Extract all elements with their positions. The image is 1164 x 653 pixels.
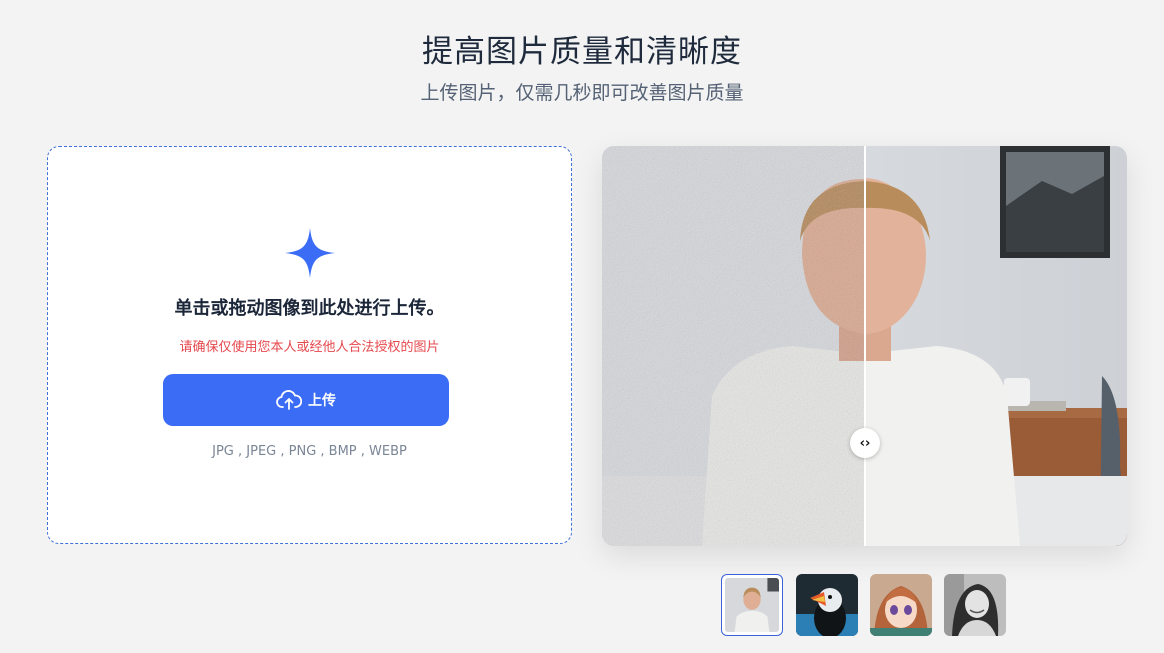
sample-thumb-puffin[interactable]: [796, 574, 858, 636]
sparkle-icon: [285, 228, 335, 278]
sample-thumb-portrait[interactable]: [721, 574, 783, 636]
upload-heading: 单击或拖动图像到此处进行上传。: [174, 298, 445, 319]
upload-button-label: 上传: [308, 393, 336, 409]
sample-portrait-image: [725, 578, 779, 632]
sample-anime-image: [870, 574, 932, 636]
sample-bw-portrait-image: [944, 574, 1006, 636]
sample-puffin-image: [796, 574, 858, 636]
page-subtitle: 上传图片，仅需几秒即可改善图片质量: [420, 82, 744, 104]
page-title: 提高图片质量和清晰度: [422, 34, 742, 70]
authorization-notice: 请确保仅使用您本人或经他人合法授权的图片: [179, 340, 440, 355]
comparison-image: [602, 146, 1127, 546]
cloud-upload-icon: [276, 390, 302, 410]
sample-thumb-anime[interactable]: [870, 574, 932, 636]
comparison-slider-handle[interactable]: ‹›: [850, 428, 880, 458]
sample-thumb-bw-portrait[interactable]: [944, 574, 1006, 636]
supported-formats: JPG , JPEG , PNG , BMP , WEBP: [212, 444, 407, 459]
upload-button[interactable]: 上传: [163, 374, 449, 426]
before-after-comparison[interactable]: [602, 146, 1127, 546]
